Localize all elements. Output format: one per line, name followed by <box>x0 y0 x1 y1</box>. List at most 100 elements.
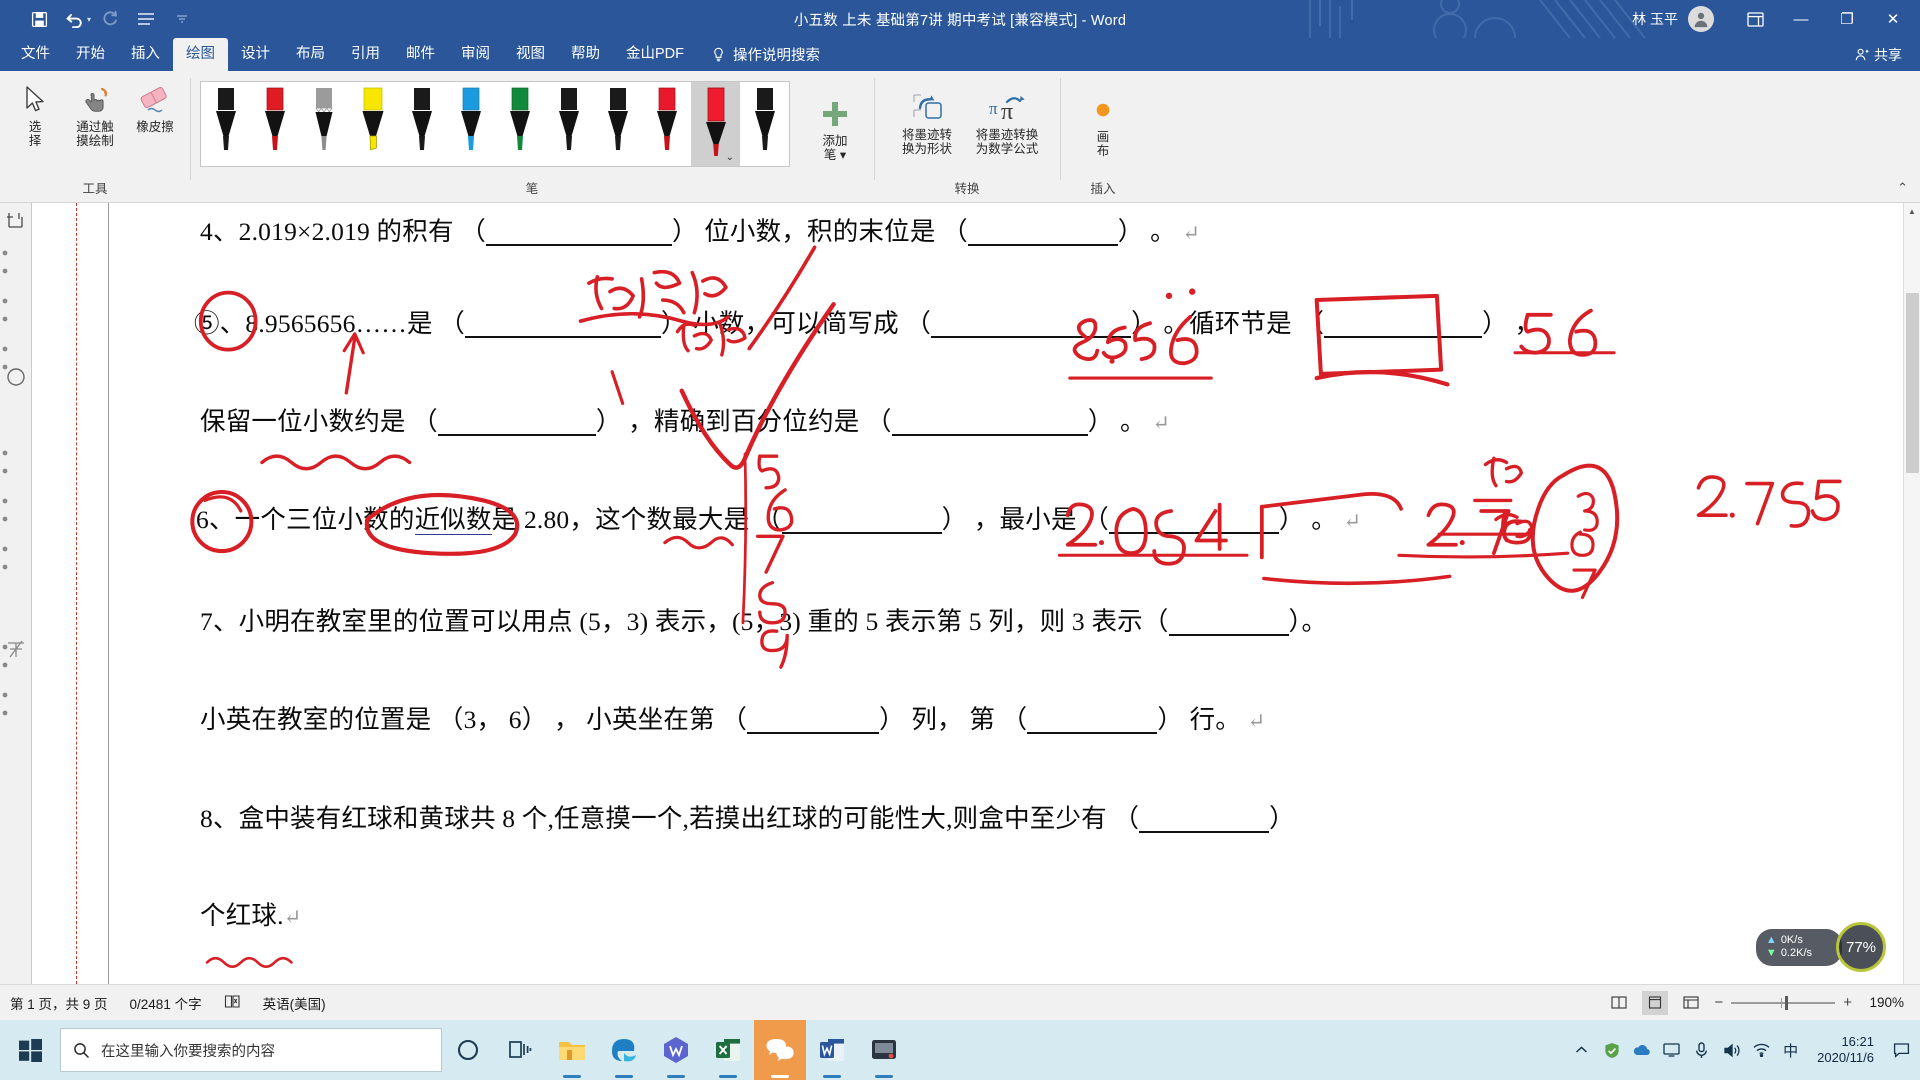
paragraph-mark: ↵ <box>1343 509 1362 533</box>
plus-icon <box>820 97 850 131</box>
pen-black-1[interactable] <box>201 82 250 166</box>
tab-view[interactable]: 视图 <box>503 38 558 71</box>
onedrive-icon[interactable] <box>1631 1040 1652 1061</box>
edge-icon[interactable] <box>598 1020 650 1080</box>
ink-to-math-button[interactable]: π π 将墨迹转换 为数学公式 <box>968 87 1046 158</box>
quick-access-toolbar[interactable]: ▾ <box>0 4 199 34</box>
doc-line-q4: 4、2.019×2.019 的积有 （） 位小数，积的末位是 （） 。 ↵ <box>200 217 1201 246</box>
language-indicator[interactable]: 英语(美国) <box>263 993 326 1013</box>
tab-draw[interactable]: 绘图 <box>173 38 228 71</box>
share-label: 共享 <box>1874 46 1902 63</box>
zoom-knob[interactable] <box>1785 995 1789 1010</box>
ink-balloon-icon <box>0 366 31 388</box>
network-speed-pill: ▲ 0K/s ▼ 0.2K/s <box>1755 928 1842 966</box>
recorder-icon[interactable] <box>858 1020 910 1080</box>
start-button[interactable] <box>4 1020 56 1080</box>
share-person-icon <box>1855 48 1869 61</box>
save-icon[interactable] <box>22 4 56 34</box>
task-view-icon[interactable] <box>494 1020 546 1080</box>
zoom-in-button[interactable]: + <box>1843 994 1852 1011</box>
word-icon[interactable] <box>806 1020 858 1080</box>
mic-icon[interactable] <box>1691 1040 1712 1061</box>
status-bar: 第 1 页，共 9 页 0/2481 个字 英语(美国) − + 190% <box>0 984 1920 1020</box>
word-count[interactable]: 0/2481 个字 <box>130 993 202 1013</box>
ink-to-shape-button[interactable]: 将墨迹转 换为形状 <box>888 87 966 158</box>
clock[interactable]: 16:21 2020/11/6 <box>1809 1034 1882 1066</box>
pen-green[interactable] <box>495 82 544 166</box>
minimize-button[interactable]: — <box>1778 0 1824 38</box>
tab-review[interactable]: 审阅 <box>448 38 503 71</box>
ime-indicator[interactable]: 中 <box>1781 1040 1800 1061</box>
zoom-out-button[interactable]: − <box>1714 994 1723 1011</box>
pen-black-4[interactable] <box>593 82 642 166</box>
tab-insert[interactable]: 插入 <box>118 38 173 71</box>
zoom-slider[interactable]: − + <box>1714 994 1852 1011</box>
floating-score-badge[interactable]: 77% <box>1836 922 1886 972</box>
cortana-circle-icon[interactable] <box>442 1020 494 1080</box>
menu-icon[interactable] <box>129 4 163 34</box>
net-up-value: 0K/s <box>1780 933 1803 946</box>
undo-dropdown-caret[interactable]: ▾ <box>87 15 91 24</box>
add-pen-button[interactable]: 添加 笔 ▾ <box>806 93 864 164</box>
wechat-icon[interactable] <box>754 1020 806 1080</box>
highlighter-yellow[interactable] <box>348 82 397 166</box>
customize-icon[interactable] <box>165 4 199 34</box>
folder-icon[interactable] <box>546 1020 598 1080</box>
wps-icon[interactable] <box>650 1020 702 1080</box>
tab-layout[interactable]: 布局 <box>283 38 338 71</box>
share-button[interactable]: 共享 <box>1836 38 1920 71</box>
close-button[interactable]: ✕ <box>1870 0 1916 38</box>
pen-blue[interactable] <box>446 82 495 166</box>
tab-home[interactable]: 开始 <box>63 38 118 71</box>
scroll-up-arrow-icon[interactable]: ▲ <box>1904 203 1920 220</box>
pen-red-active[interactable]: ⌄ <box>691 82 740 166</box>
scrollbar-thumb[interactable] <box>1906 293 1919 473</box>
notification-icon[interactable] <box>1891 1040 1912 1061</box>
tab-kingsoft-pdf[interactable]: 金山PDF <box>613 38 697 71</box>
eraser-button[interactable]: 橡皮擦 <box>126 79 184 136</box>
select-button[interactable]: 选 择 <box>6 79 64 150</box>
pen-red[interactable] <box>250 82 299 166</box>
tab-file[interactable]: 文件 <box>8 38 63 71</box>
page-indicator[interactable]: 第 1 页，共 9 页 <box>10 993 108 1013</box>
vertical-scrollbar[interactable]: ▲ <box>1903 203 1920 984</box>
read-mode-icon[interactable] <box>1606 991 1632 1015</box>
pen-black-3[interactable] <box>544 82 593 166</box>
tray-chevron-up-icon[interactable] <box>1571 1040 1592 1061</box>
search-input[interactable]: 在这里输入你要搜索的内容 <box>60 1028 442 1072</box>
draw-with-touch-button[interactable]: 通过触 摸绘制 <box>66 79 124 150</box>
pen-black-2[interactable] <box>397 82 446 166</box>
print-layout-icon[interactable] <box>1642 990 1669 1015</box>
document-page[interactable]: 4、2.019×2.019 的积有 （） 位小数，积的末位是 （） 。 ↵ ⑤、… <box>32 203 1920 984</box>
display-icon[interactable] <box>1661 1040 1682 1061</box>
cursor-arrow-icon <box>23 83 47 117</box>
volume-icon[interactable] <box>1721 1040 1742 1061</box>
pen-red-2[interactable] <box>642 82 691 166</box>
running-indicator <box>823 1075 841 1078</box>
canvas-button[interactable]: 画 布 <box>1074 89 1132 160</box>
proofing-icon[interactable] <box>224 994 241 1012</box>
redo-icon[interactable] <box>93 4 127 34</box>
eraser-label: 橡皮擦 <box>136 120 174 134</box>
network-icon[interactable] <box>1751 1040 1772 1061</box>
zoom-track[interactable] <box>1731 995 1836 1010</box>
tab-design[interactable]: 设计 <box>228 38 283 71</box>
avatar[interactable] <box>1688 6 1714 32</box>
ribbon-display-options-icon[interactable] <box>1732 0 1778 38</box>
pen-options-chevron-down-icon[interactable]: ⌄ <box>726 152 734 163</box>
restore-button[interactable]: ❐ <box>1824 0 1870 38</box>
excel-icon[interactable] <box>702 1020 754 1080</box>
shield-icon[interactable] <box>1601 1040 1622 1061</box>
pen-gallery[interactable]: ⌄ <box>200 81 790 167</box>
collapse-ribbon-chevron-up-icon[interactable]: ⌃ <box>1897 180 1908 196</box>
web-layout-icon[interactable] <box>1678 991 1704 1015</box>
paragraph-mark: ↵ <box>1182 221 1201 245</box>
tab-mailings[interactable]: 邮件 <box>393 38 448 71</box>
tell-me-search[interactable]: 操作说明搜索 <box>697 38 830 71</box>
pencil-gray[interactable] <box>299 82 348 166</box>
zoom-level-label[interactable]: 190% <box>1862 995 1910 1010</box>
document-area: 4、2.019×2.019 的积有 （） 位小数，积的末位是 （） 。 ↵ ⑤、… <box>0 203 1920 984</box>
tab-references[interactable]: 引用 <box>338 38 393 71</box>
tab-help[interactable]: 帮助 <box>558 38 613 71</box>
pen-black-5[interactable] <box>740 82 789 166</box>
